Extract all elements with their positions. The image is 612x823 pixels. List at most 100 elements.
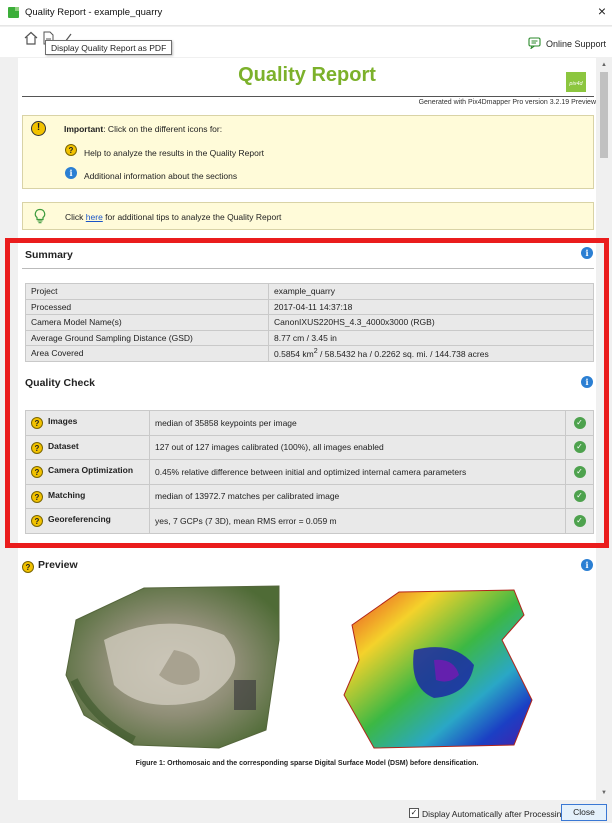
preview-figure xyxy=(65,585,533,749)
qc-status: ✓ xyxy=(565,508,594,534)
area-value-prefix: 0.5854 km xyxy=(274,349,314,360)
summary-heading: Summary xyxy=(25,249,73,261)
summary-value: 2017-04-11 14:37:18 xyxy=(268,298,594,315)
qc-key-label: Matching xyxy=(48,489,86,500)
summary-key: Project xyxy=(25,283,269,300)
lightbulb-icon xyxy=(34,208,46,224)
qc-value: 0.45% relative difference between initia… xyxy=(149,459,566,485)
preview-heading: ? Preview xyxy=(22,559,78,573)
table-row: Project example_quarry xyxy=(25,283,594,300)
auto-display-checkbox[interactable]: ✓ xyxy=(409,808,419,818)
area-value-suffix: / 58.5432 ha / 0.2262 sq. mi. / 144.738 … xyxy=(317,349,489,360)
app-icon xyxy=(8,7,19,18)
qc-key: ? Camera Optimization xyxy=(25,459,150,485)
scroll-up-icon[interactable]: ▲ xyxy=(601,62,607,68)
table-row: Average Ground Sampling Distance (GSD) 8… xyxy=(25,329,594,346)
quality-check-heading: Quality Check xyxy=(25,377,96,389)
support-icon xyxy=(528,37,541,49)
help-icon[interactable]: ? xyxy=(31,490,43,503)
qc-status: ✓ xyxy=(565,410,594,436)
tip-text: Click here for additional tips to analyz… xyxy=(65,212,281,222)
tip-before: Click xyxy=(65,212,86,222)
summary-divider xyxy=(22,268,594,269)
window-close-button[interactable]: × xyxy=(598,3,606,19)
qc-key: ? Images xyxy=(25,410,150,436)
help-icon[interactable]: ? xyxy=(31,515,43,528)
summary-table: Project example_quarry Processed 2017-04… xyxy=(25,283,594,362)
help-icon[interactable]: ? xyxy=(31,417,43,430)
help-icon[interactable]: ? xyxy=(31,466,43,479)
quality-check-table: ? Images median of 35858 keypoints per im… xyxy=(25,410,594,534)
help-icon[interactable]: ? xyxy=(22,561,34,573)
vertical-scrollbar[interactable]: ▲ ▼ xyxy=(598,58,610,800)
auto-display-label: Display Automatically after Processing xyxy=(422,809,567,819)
scroll-down-icon[interactable]: ▼ xyxy=(601,790,607,796)
close-button[interactable]: Close xyxy=(561,804,607,821)
home-icon[interactable] xyxy=(23,30,39,46)
window-title: Quality Report - example_quarry xyxy=(25,7,163,18)
qc-value: yes, 7 GCPs (7 3D), mean RMS error = 0.0… xyxy=(149,508,566,534)
summary-value: 0.5854 km2 / 58.5432 ha / 0.2262 sq. mi.… xyxy=(268,345,594,362)
preview-info-icon[interactable]: i xyxy=(581,559,593,571)
qc-value: 127 out of 127 images calibrated (100%),… xyxy=(149,434,566,460)
report-title: Quality Report xyxy=(238,64,376,86)
table-row: Camera Model Name(s) CanonIXUS220HS_4.3_… xyxy=(25,314,594,331)
help-legend-text: Help to analyze the results in the Quali… xyxy=(84,148,265,158)
orthomosaic-image xyxy=(65,585,280,749)
table-row: Area Covered 0.5854 km2 / 58.5432 ha / 0… xyxy=(25,345,594,362)
qc-key: ? Matching xyxy=(25,483,150,509)
qc-key: ? Dataset xyxy=(25,434,150,460)
qc-status: ✓ xyxy=(565,483,594,509)
scroll-thumb[interactable] xyxy=(600,72,608,158)
qc-status: ✓ xyxy=(565,434,594,460)
table-row: ? Images median of 35858 keypoints per im… xyxy=(25,410,594,436)
important-text: Important: Click on the different icons … xyxy=(64,124,222,134)
table-row: ? Dataset 127 out of 127 images calibrate… xyxy=(25,434,594,460)
report-view[interactable]: Quality Report pix4d Generated with Pix4… xyxy=(18,58,596,800)
generated-with-text: Generated with Pix4Dmapper Pro version 3… xyxy=(418,99,596,106)
qc-key-label: Camera Optimization xyxy=(48,465,134,476)
check-icon: ✓ xyxy=(573,441,586,454)
figure-caption: Figure 1: Orthomosaic and the correspond… xyxy=(135,760,479,767)
online-support-link[interactable]: Online Support xyxy=(528,37,606,49)
qc-key: ? Georeferencing xyxy=(25,508,150,534)
summary-value: example_quarry xyxy=(268,283,594,300)
preview-heading-label: Preview xyxy=(38,559,78,571)
tip-after: for additional tips to analyze the Quali… xyxy=(102,212,282,222)
check-icon: ✓ xyxy=(573,490,586,503)
summary-info-icon[interactable]: i xyxy=(581,247,593,259)
important-prefix: Important xyxy=(64,124,104,134)
help-icon[interactable]: ? xyxy=(31,441,43,454)
pix4d-logo: pix4d xyxy=(566,72,586,92)
summary-value: CanonIXUS220HS_4.3_4000x3000 (RGB) xyxy=(268,314,594,331)
check-icon: ✓ xyxy=(573,416,586,429)
quality-check-info-icon[interactable]: i xyxy=(581,376,593,388)
online-support-label: Online Support xyxy=(545,39,606,49)
check-icon: ✓ xyxy=(573,514,586,527)
qc-value: median of 13972.7 matches per calibrated… xyxy=(149,483,566,509)
title-bar: Quality Report - example_quarry × xyxy=(0,0,612,26)
qc-value: median of 35858 keypoints per image xyxy=(149,410,566,436)
title-divider xyxy=(22,96,594,97)
qc-key-label: Images xyxy=(48,416,78,427)
qc-key-label: Dataset xyxy=(48,440,79,451)
status-bar: ✓ Display Automatically after Processing… xyxy=(0,802,612,823)
qc-status: ✓ xyxy=(565,459,594,485)
summary-key: Area Covered xyxy=(25,345,269,362)
important-notice: ! Important: Click on the different icon… xyxy=(22,115,594,189)
toolbar: Display Quality Report as PDF Online Sup… xyxy=(0,27,612,57)
summary-key: Processed xyxy=(25,298,269,315)
summary-key: Average Ground Sampling Distance (GSD) xyxy=(25,329,269,346)
summary-key: Camera Model Name(s) xyxy=(25,314,269,331)
table-row: ? Georeferencing yes, 7 GCPs (7 3D), mean… xyxy=(25,508,594,534)
table-row: ? Matching median of 13972.7 matches per … xyxy=(25,483,594,509)
qc-key-label: Georeferencing xyxy=(48,514,111,525)
table-row: Processed 2017-04-11 14:37:18 xyxy=(25,298,594,315)
info-icon: i xyxy=(65,167,77,179)
tips-link[interactable]: here xyxy=(86,212,103,222)
tips-notice: Click here for additional tips to analyz… xyxy=(22,202,594,230)
table-row: ? Camera Optimization 0.45% relative diff… xyxy=(25,459,594,485)
info-legend-text: Additional information about the section… xyxy=(84,171,238,181)
summary-value: 8.77 cm / 3.45 in xyxy=(268,329,594,346)
pdf-tooltip: Display Quality Report as PDF xyxy=(45,40,173,55)
